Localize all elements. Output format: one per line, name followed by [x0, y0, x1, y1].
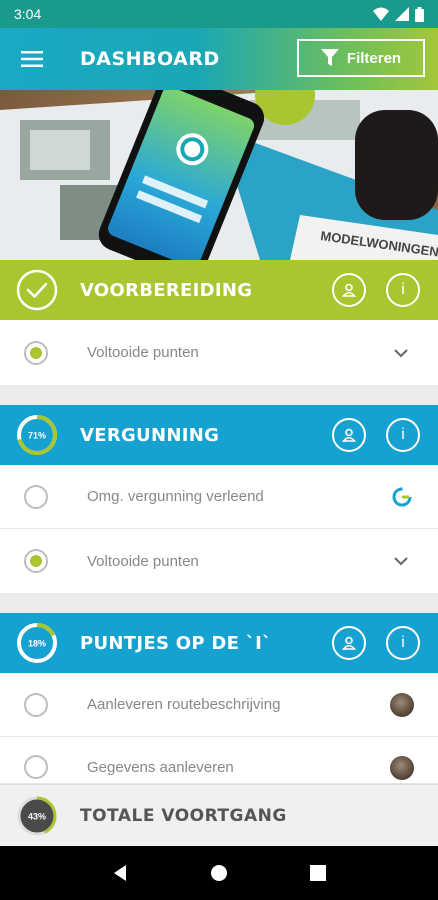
info-button[interactable]: i — [386, 273, 420, 307]
section-title: VERGUNNING — [80, 424, 220, 446]
contact-person-button[interactable] — [332, 626, 366, 660]
home-icon[interactable] — [210, 864, 228, 882]
list-item-label: Omg. vergunning verleend — [87, 488, 264, 505]
progress-percentage: 43% — [28, 811, 46, 821]
list-item-label: Voltooide punten — [87, 344, 199, 361]
filter-button[interactable]: Filteren — [297, 39, 425, 77]
brand-logo-icon — [392, 487, 412, 506]
list-item[interactable]: Omg. vergunning verleend — [0, 465, 438, 529]
list-item[interactable]: Aanleveren routebeschrijving — [0, 673, 438, 737]
unchecked-radio[interactable] — [24, 484, 48, 509]
chevron-down-icon[interactable] — [392, 555, 410, 567]
progress-percentage: 18% — [28, 639, 46, 649]
back-icon[interactable] — [111, 864, 129, 882]
page-title: DASHBOARD — [80, 48, 220, 70]
progress-percentage: 71% — [28, 431, 46, 441]
list-item[interactable]: Voltooide punten — [0, 320, 438, 386]
user-icon — [342, 636, 356, 650]
checked-radio[interactable] — [24, 549, 48, 573]
section-title: VOORBEREIDING — [80, 279, 253, 301]
user-icon — [342, 428, 356, 442]
app-bar: DASHBOARD Filteren — [0, 28, 438, 90]
hero-image: MODELWONINGEN — [0, 90, 438, 260]
hamburger-menu-icon — [21, 51, 43, 67]
menu-button[interactable] — [0, 28, 64, 90]
list-item-label: Aanleveren routebeschrijving — [87, 696, 281, 713]
status-bar: 3:04 — [0, 0, 438, 28]
contact-person-button[interactable] — [332, 418, 366, 452]
progress-ring: 18% — [17, 623, 57, 663]
section-title: PUNTJES OP DE `I` — [80, 632, 272, 654]
info-icon: i — [401, 426, 405, 443]
hero-illustration: MODELWONINGEN — [0, 90, 438, 260]
info-button[interactable]: i — [386, 626, 420, 660]
section-header-puntjes: 18% PUNTJES OP DE `I` i — [0, 613, 438, 673]
progress-ring: 71% — [17, 415, 57, 455]
list-item[interactable]: Gegevens aanleveren — [0, 737, 438, 784]
unchecked-radio[interactable] — [24, 692, 48, 717]
list-item-label: Gegevens aanleveren — [87, 759, 234, 776]
filter-button-label: Filteren — [346, 49, 402, 67]
filter-icon — [320, 49, 339, 66]
battery-icon — [415, 6, 424, 22]
info-icon: i — [401, 281, 405, 298]
info-icon: i — [401, 634, 405, 651]
list-item-label: Voltooide punten — [87, 552, 199, 570]
user-icon — [342, 283, 356, 297]
avatar — [390, 756, 414, 780]
system-nav-bar — [0, 846, 438, 900]
avatar — [390, 692, 414, 717]
list-item[interactable]: Voltooide punten — [0, 529, 438, 594]
wifi-icon — [373, 7, 389, 21]
signal-icon — [395, 7, 409, 21]
contact-person-button[interactable] — [332, 273, 366, 307]
chevron-down-icon[interactable] — [392, 347, 410, 359]
total-progress-title: TOTALE VOORTGANG — [80, 805, 287, 826]
info-button[interactable]: i — [386, 418, 420, 452]
unchecked-radio[interactable] — [24, 755, 48, 779]
section-header-vergunning: 71% VERGUNNING i — [0, 405, 438, 465]
complete-check-icon — [16, 269, 58, 311]
status-icons — [373, 6, 424, 22]
checked-radio[interactable] — [24, 340, 48, 365]
section-header-voorbereiding: VOORBEREIDING i — [0, 260, 438, 320]
progress-ring: 43% — [17, 796, 57, 835]
recents-icon[interactable] — [309, 864, 327, 882]
status-time: 3:04 — [14, 6, 42, 22]
total-progress-bar: 43% TOTALE VOORTGANG — [0, 784, 438, 846]
